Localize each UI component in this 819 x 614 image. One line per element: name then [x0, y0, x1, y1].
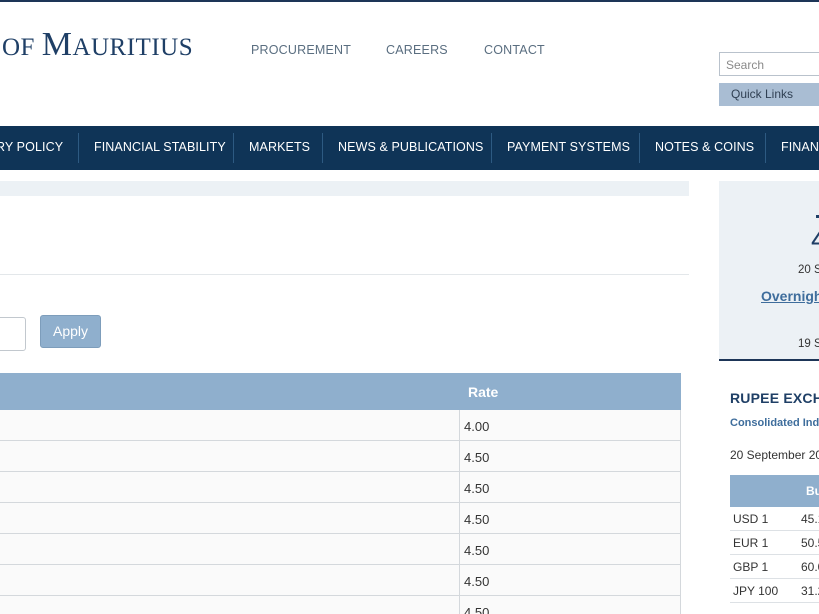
- currency-value: 50.5: [801, 536, 819, 550]
- rate-value: 4.50: [464, 481, 490, 496]
- key-rate-date: 20 S: [798, 264, 819, 276]
- rate-value: 4.00: [464, 419, 490, 434]
- nav-item-financial-inclusion[interactable]: FINANC: [781, 126, 819, 170]
- nav-item-notes-coins[interactable]: NOTES & COINS: [655, 126, 754, 170]
- currency-value: 31.2: [801, 584, 819, 598]
- nav-item-monetary-policy[interactable]: RY POLICY: [0, 126, 63, 170]
- content-title-strip: [0, 181, 689, 196]
- exchange-rates-title: RUPEE EXCH: [730, 390, 819, 406]
- rate-value: 4.50: [464, 450, 490, 465]
- nav-item-markets[interactable]: MARKETS: [249, 126, 310, 170]
- site-logo[interactable]: OF MAURITIUS: [2, 26, 193, 64]
- rates-table: Rate 4.00 4.50 4.50 4.50 4.50 4.50 4.50: [0, 373, 681, 614]
- nav-item-payment-systems[interactable]: PAYMENT SYSTEMS: [507, 126, 630, 170]
- exchange-rates-subtitle-link[interactable]: Consolidated Ind: [730, 417, 819, 429]
- table-row: 4.50: [0, 534, 681, 565]
- table-row: 4.50: [0, 472, 681, 503]
- table-cell: [0, 534, 460, 564]
- nav-separator: [233, 133, 234, 163]
- rate-value: 4.50: [464, 605, 490, 614]
- currency-label: GBP 1: [733, 560, 769, 574]
- nav-item-news-publications[interactable]: NEWS & PUBLICATIONS: [338, 126, 483, 170]
- apply-button[interactable]: Apply: [40, 315, 101, 348]
- exchange-row: JPY 100 31.2: [730, 579, 819, 603]
- rate-value: 4.50: [464, 543, 490, 558]
- filter-input[interactable]: [0, 317, 26, 351]
- table-row: 4.50: [0, 565, 681, 596]
- nav-separator: [639, 133, 640, 163]
- table-cell: [0, 441, 460, 471]
- table-row: 4.50: [0, 596, 681, 614]
- currency-value: 60.0: [801, 560, 819, 574]
- table-row: 4.50: [0, 441, 681, 472]
- rate-value: 4.50: [464, 574, 490, 589]
- nav-separator: [765, 133, 766, 163]
- table-cell: [0, 410, 460, 440]
- overnight-rate-link[interactable]: Overnigh: [761, 288, 819, 304]
- contact-link[interactable]: CONTACT: [484, 43, 545, 57]
- quick-links-dropdown[interactable]: Quick Links: [719, 83, 819, 106]
- logo-rest: AURITIUS: [72, 34, 194, 61]
- main-navbar: RY POLICY FINANCIAL STABILITY MARKETS NE…: [0, 126, 819, 170]
- exchange-rates-date: 20 September 20: [730, 448, 819, 462]
- currency-label: EUR 1: [733, 536, 769, 550]
- currency-label: USD 1: [733, 512, 769, 526]
- procurement-link[interactable]: PROCUREMENT: [251, 43, 351, 57]
- content-divider: [0, 274, 689, 275]
- table-cell: [0, 503, 460, 533]
- nav-separator: [78, 133, 79, 163]
- key-rate-value: 4: [811, 223, 819, 257]
- table-header: Rate: [0, 373, 681, 410]
- rate-column-header: Rate: [468, 384, 499, 400]
- currency-value: 45.1: [801, 512, 819, 526]
- exchange-table-header: Bu: [730, 475, 819, 507]
- exchange-row: GBP 1 60.0: [730, 555, 819, 579]
- table-row: 4.50: [0, 503, 681, 534]
- careers-link[interactable]: CAREERS: [386, 43, 448, 57]
- top-border: [0, 0, 819, 2]
- overnight-rate-date: 19 S: [798, 338, 819, 350]
- table-cell: [0, 472, 460, 502]
- table-cell: [0, 565, 460, 595]
- rate-value: 4.50: [464, 512, 490, 527]
- table-cell: [0, 596, 460, 614]
- buying-column-header: Bu: [806, 484, 819, 498]
- exchange-row: EUR 1 50.5: [730, 531, 819, 555]
- nav-item-financial-stability[interactable]: FINANCIAL STABILITY: [94, 126, 226, 170]
- currency-label: JPY 100: [733, 584, 779, 598]
- logo-initial: M: [41, 26, 73, 63]
- search-input[interactable]: Search: [719, 52, 819, 76]
- logo-prefix: OF: [2, 34, 42, 61]
- key-rate-panel: 4 20 S Overnigh 19 S: [719, 181, 819, 361]
- nav-separator: [491, 133, 492, 163]
- exchange-row: USD 1 45.1: [730, 507, 819, 531]
- nav-separator: [322, 133, 323, 163]
- table-row: 4.00: [0, 410, 681, 441]
